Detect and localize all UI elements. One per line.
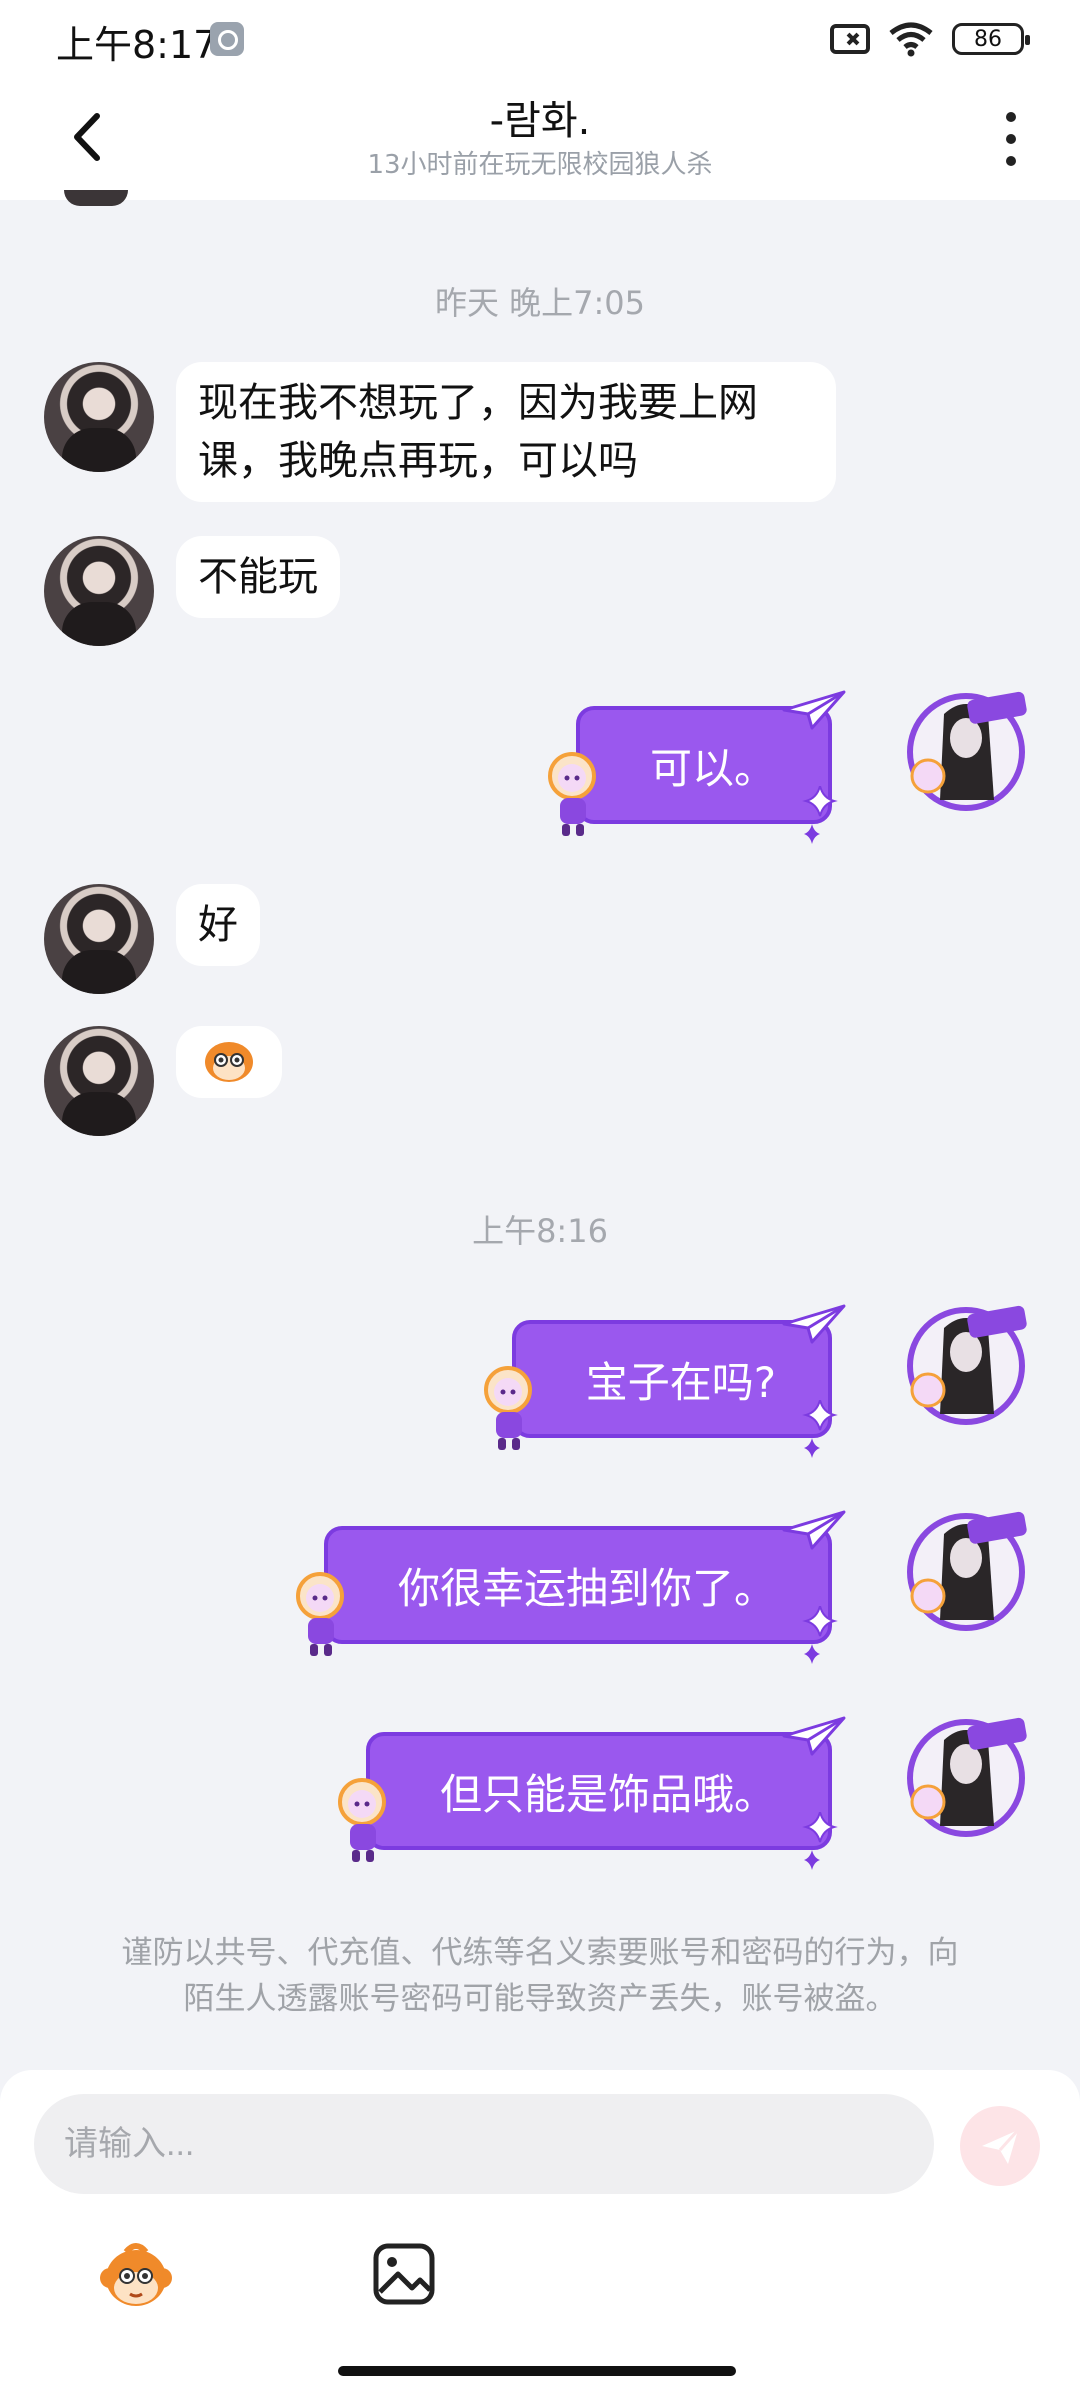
avatar[interactable]	[904, 690, 1028, 814]
sparkle-icon	[802, 786, 838, 844]
input-panel	[0, 2070, 1080, 2400]
astronaut-mascot-icon	[295, 1572, 344, 1656]
sparkle-icon	[802, 1606, 838, 1664]
avatar[interactable]	[44, 536, 154, 646]
disclaimer-line: 谨防以共号、代充值、代练等名义索要账号和密码的行为，向	[121, 1935, 959, 1971]
status-time: 上午8:17	[56, 23, 218, 67]
chat-area[interactable]: 昨天 晚上7:05 现在我不想玩了，因为我要上网 课，我晚点再玩，可以吗 不能玩…	[0, 190, 1080, 2070]
wifi-icon	[889, 22, 933, 57]
avatar[interactable]	[44, 884, 154, 994]
astronaut-mascot-icon	[547, 752, 596, 836]
status-bar: 上午8:17 86	[0, 0, 1080, 78]
chat-subtitle: 13小时前在玩无限校园狼人杀	[367, 150, 713, 180]
image-icon[interactable]	[372, 2242, 436, 2306]
monkey-emoji-icon	[205, 1042, 253, 1082]
no-sim-icon	[830, 24, 870, 54]
message-text: 宝子在吗?	[585, 1357, 776, 1407]
avatar[interactable]	[44, 362, 154, 472]
status-icons: 86	[830, 20, 1030, 58]
message-bubble[interactable]: 不能玩	[176, 536, 340, 618]
avatar	[64, 190, 128, 206]
message-bubble[interactable]: 可以。	[547, 690, 846, 844]
sparkle-icon	[802, 1812, 838, 1870]
avatar[interactable]	[904, 1716, 1028, 1840]
more-dot-icon	[1006, 156, 1016, 166]
more-dot-icon	[1006, 134, 1016, 144]
avatar[interactable]	[44, 1026, 154, 1136]
message-text: 可以。	[649, 743, 776, 793]
battery-icon: 86	[952, 23, 1030, 55]
message-text: 好	[198, 902, 238, 948]
paper-plane-icon	[782, 1510, 846, 1550]
message-text: 你很幸运抽到你了。	[397, 1563, 776, 1613]
message-bubble[interactable]	[176, 1026, 282, 1098]
chat-title: -람화.	[489, 98, 591, 144]
more-dot-icon	[1006, 112, 1016, 122]
monkey-emoji-button[interactable]	[96, 2238, 176, 2318]
send-icon	[982, 2128, 1020, 2164]
send-button[interactable]	[960, 2106, 1040, 2186]
message-bubble[interactable]: 但只能是饰品哦。	[337, 1716, 846, 1870]
timestamp: 上午8:16	[472, 1212, 608, 1250]
astronaut-mascot-icon	[483, 1366, 532, 1450]
message-text: 但只能是饰品哦。	[439, 1769, 776, 1819]
message-input[interactable]	[34, 2094, 934, 2194]
message-bubble[interactable]: 宝子在吗?	[483, 1304, 846, 1458]
avatar[interactable]	[904, 1304, 1028, 1428]
paper-plane-icon	[782, 1304, 846, 1344]
disclaimer-line: 陌生人透露账号密码可能导致资产丢失，账号被盗。	[183, 1981, 897, 2017]
message-bubble[interactable]: 你很幸运抽到你了。	[295, 1510, 846, 1664]
message-text: 课，我晚点再玩，可以吗	[198, 438, 638, 484]
astronaut-mascot-icon	[337, 1778, 386, 1862]
more-options-button[interactable]	[986, 104, 1036, 174]
security-disclaimer: 谨防以共号、代充值、代练等名义索要账号和密码的行为，向 陌生人透露账号密码可能导…	[80, 1930, 1000, 2022]
sparkle-icon	[802, 1400, 838, 1458]
chat-header: -람화. 13小时前在玩无限校园狼人杀	[0, 78, 1080, 200]
message-text: 现在我不想玩了，因为我要上网	[198, 380, 758, 426]
app-notification-icon	[210, 22, 244, 56]
message-bubble[interactable]: 好	[176, 884, 260, 966]
avatar[interactable]	[904, 1510, 1028, 1634]
message-text: 不能玩	[198, 554, 318, 600]
message-bubble[interactable]: 现在我不想玩了，因为我要上网 课，我晚点再玩，可以吗	[176, 362, 836, 502]
paper-plane-icon	[782, 690, 846, 730]
paper-plane-icon	[782, 1716, 846, 1756]
timestamp: 昨天 晚上7:05	[434, 284, 646, 322]
home-indicator[interactable]	[338, 2366, 736, 2376]
